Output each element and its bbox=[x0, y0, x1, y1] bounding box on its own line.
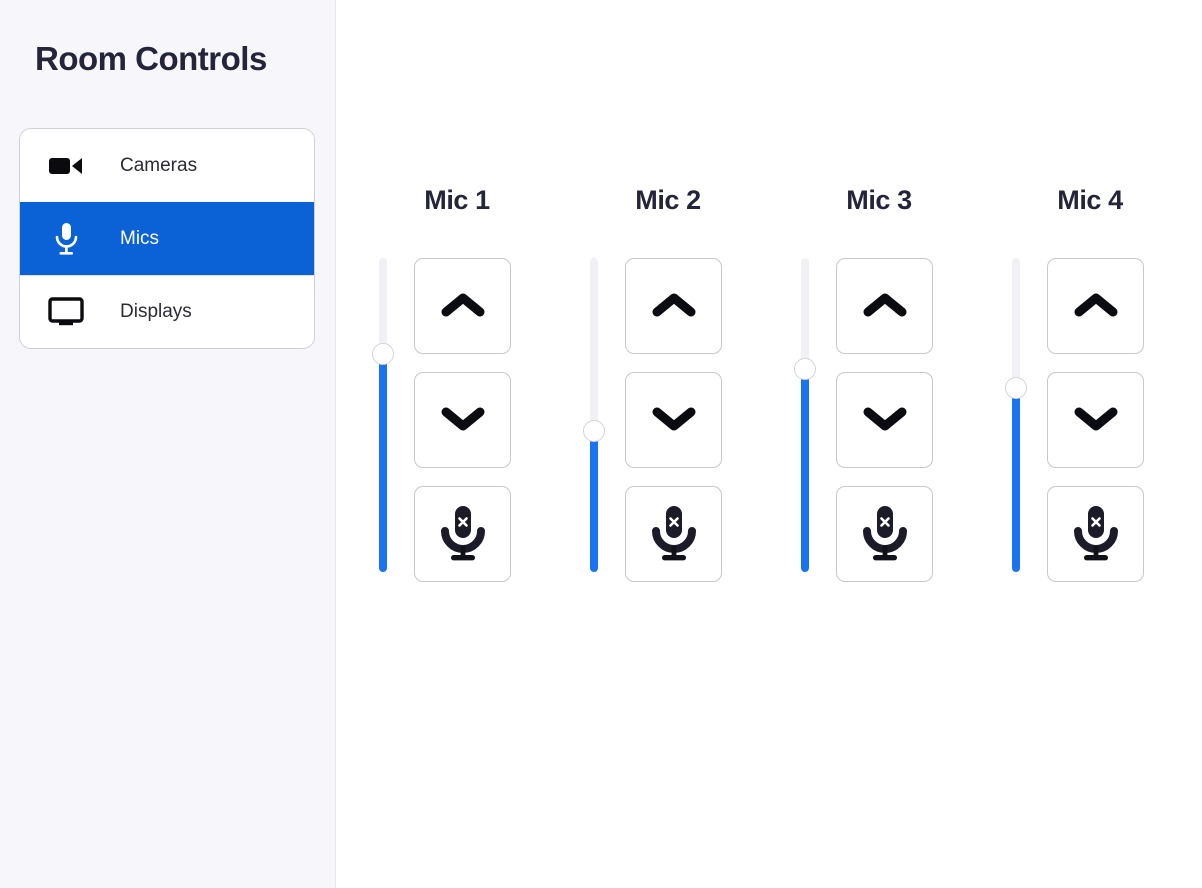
mic-body bbox=[574, 258, 785, 588]
volume-up-button[interactable] bbox=[625, 258, 722, 354]
mic-volume-slider[interactable] bbox=[372, 258, 394, 572]
mic-button-stack bbox=[414, 258, 511, 582]
mic-button-stack bbox=[1047, 258, 1144, 582]
mic-column-2: Mic 2 bbox=[574, 180, 785, 588]
sidebar-item-label: Displays bbox=[120, 301, 192, 322]
mic-title: Mic 4 bbox=[1057, 185, 1123, 215]
volume-up-button[interactable] bbox=[836, 258, 933, 354]
slider-fill bbox=[1012, 388, 1020, 572]
slider-thumb[interactable] bbox=[372, 343, 394, 365]
sidebar-nav-card: Cameras Mics Displays bbox=[19, 128, 315, 349]
mic-off-icon bbox=[1071, 504, 1121, 565]
videocam-icon bbox=[46, 150, 86, 182]
chevron-down-icon bbox=[651, 404, 697, 437]
mute-button[interactable] bbox=[414, 486, 511, 582]
chevron-up-icon bbox=[862, 290, 908, 323]
volume-up-button[interactable] bbox=[1047, 258, 1144, 354]
sidebar-item-label: Cameras bbox=[120, 154, 198, 176]
mic-volume-slider[interactable] bbox=[794, 258, 816, 572]
chevron-down-icon bbox=[440, 404, 486, 437]
mute-button[interactable] bbox=[1047, 486, 1144, 582]
mic-button-stack bbox=[836, 258, 933, 582]
volume-up-button[interactable] bbox=[414, 258, 511, 354]
sidebar-item-displays[interactable]: Displays bbox=[20, 275, 314, 348]
slider-fill bbox=[379, 354, 387, 572]
room-controls-app: Room Controls Cameras Mics Displays Mic … bbox=[0, 0, 1202, 888]
volume-down-button[interactable] bbox=[414, 372, 511, 468]
display-icon bbox=[46, 296, 86, 328]
slider-fill bbox=[801, 369, 809, 572]
chevron-up-icon bbox=[440, 290, 486, 323]
mic-icon bbox=[46, 223, 86, 255]
sidebar-item-mics[interactable]: Mics bbox=[20, 202, 314, 275]
slider-thumb[interactable] bbox=[794, 358, 816, 380]
mute-button[interactable] bbox=[625, 486, 722, 582]
slider-thumb[interactable] bbox=[583, 420, 605, 442]
slider-fill bbox=[590, 431, 598, 572]
chevron-down-icon bbox=[1073, 404, 1119, 437]
slider-thumb[interactable] bbox=[1005, 377, 1027, 399]
mic-off-icon bbox=[649, 504, 699, 565]
mic-off-icon bbox=[438, 504, 488, 565]
mic-column-3: Mic 3 bbox=[785, 180, 996, 588]
volume-down-button[interactable] bbox=[836, 372, 933, 468]
mic-controls-row: Mic 1 Mic 2 Mic 3 Mic 4 bbox=[363, 180, 1186, 588]
mic-column-1: Mic 1 bbox=[363, 180, 574, 588]
main-content: Mic 1 Mic 2 Mic 3 Mic 4 bbox=[336, 0, 1202, 888]
mic-volume-slider[interactable] bbox=[583, 258, 605, 572]
mic-title: Mic 2 bbox=[635, 185, 701, 215]
sidebar-item-label: Mics bbox=[120, 228, 160, 249]
volume-down-button[interactable] bbox=[625, 372, 722, 468]
mic-title: Mic 1 bbox=[424, 185, 490, 215]
volume-down-button[interactable] bbox=[1047, 372, 1144, 468]
chevron-down-icon bbox=[862, 404, 908, 437]
mic-column-4: Mic 4 bbox=[996, 180, 1186, 588]
chevron-up-icon bbox=[1073, 290, 1119, 323]
sidebar: Room Controls Cameras Mics Displays bbox=[0, 0, 336, 888]
mic-body bbox=[996, 258, 1186, 588]
mic-button-stack bbox=[625, 258, 722, 582]
mic-volume-slider[interactable] bbox=[1005, 258, 1027, 572]
mic-body bbox=[785, 258, 996, 588]
mic-off-icon bbox=[860, 504, 910, 565]
page-title: Room Controls bbox=[35, 40, 267, 77]
chevron-up-icon bbox=[651, 290, 697, 323]
mic-body bbox=[363, 258, 574, 588]
mic-title: Mic 3 bbox=[846, 185, 912, 215]
sidebar-item-cameras[interactable]: Cameras bbox=[20, 129, 314, 202]
mute-button[interactable] bbox=[836, 486, 933, 582]
